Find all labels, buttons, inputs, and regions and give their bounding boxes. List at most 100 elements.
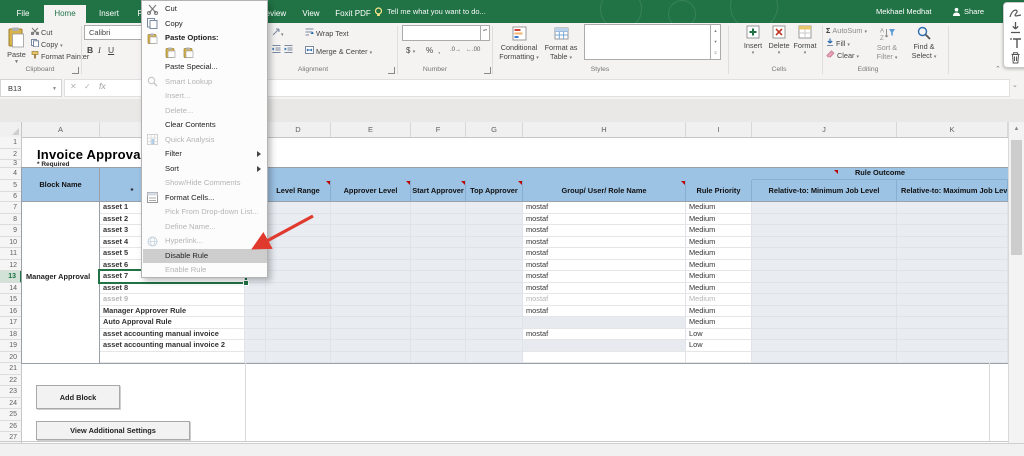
confirm-entry-icon[interactable]: ✓: [84, 82, 91, 91]
column-header-F[interactable]: F: [411, 122, 466, 137]
orientation-button[interactable]: ▾: [272, 27, 284, 38]
menu-item-smart-lookup[interactable]: Smart Lookup: [143, 75, 267, 89]
cell-E19[interactable]: [331, 340, 411, 352]
row-header-18[interactable]: 18: [0, 329, 22, 341]
row-header-20[interactable]: 20: [0, 352, 22, 364]
rule-name-cell-B17[interactable]: Auto Approval Rule: [100, 317, 245, 329]
cell-D14[interactable]: [266, 283, 331, 295]
menu-item-delete[interactable]: Delete...: [143, 104, 267, 118]
wrap-text-button[interactable]: Wrap Text: [305, 28, 349, 38]
group-user-role-cell-H10[interactable]: mostaf: [523, 237, 686, 249]
group-user-role-cell-H20[interactable]: [523, 352, 686, 364]
cell-J13[interactable]: [752, 271, 897, 283]
menu-item-insert[interactable]: Insert...: [143, 89, 267, 103]
row-header-15[interactable]: 15: [0, 294, 22, 306]
group-user-role-cell-H7[interactable]: mostaf: [523, 202, 686, 214]
column-title-G[interactable]: Top Approver: [466, 180, 523, 202]
cell-J17[interactable]: [752, 317, 897, 329]
cell-G11[interactable]: [466, 248, 523, 260]
rule-priority-cell-I10[interactable]: Medium: [686, 237, 752, 249]
group-user-role-cell-H18[interactable]: mostaf: [523, 329, 686, 341]
menu-item-pick-from-drop-down-list[interactable]: Pick From Drop-down List...: [143, 205, 267, 219]
selection-fill-handle[interactable]: [243, 280, 249, 286]
cell-E18[interactable]: [331, 329, 411, 341]
name-box[interactable]: B13 ▼: [0, 79, 62, 97]
row-header-16[interactable]: 16: [0, 306, 22, 318]
cell-G10[interactable]: [466, 237, 523, 249]
group-user-role-cell-H12[interactable]: mostaf: [523, 260, 686, 272]
cell-G20[interactable]: [466, 352, 523, 364]
row-header-9[interactable]: 9: [0, 225, 22, 237]
row-header-26[interactable]: 26: [0, 421, 22, 433]
cell-K15[interactable]: [897, 294, 1008, 306]
vertical-scroll-thumb[interactable]: [1011, 140, 1022, 255]
cell-D11[interactable]: [266, 248, 331, 260]
cell-D19[interactable]: [266, 340, 331, 352]
cell-E10[interactable]: [331, 237, 411, 249]
cell-C20[interactable]: [245, 352, 266, 364]
cell-G16[interactable]: [466, 306, 523, 318]
cell-D17[interactable]: [266, 317, 331, 329]
column-header-D[interactable]: D: [266, 122, 331, 137]
menu-item-clear-contents[interactable]: Clear Contents: [143, 118, 267, 132]
rule-priority-cell-I17[interactable]: Medium: [686, 317, 752, 329]
row-header-22[interactable]: 22: [0, 375, 22, 387]
cell-G17[interactable]: [466, 317, 523, 329]
paste-dropdown-arrow[interactable]: ▼: [3, 59, 30, 65]
row-header-4[interactable]: 4: [0, 168, 22, 180]
row-header-13[interactable]: 13: [0, 271, 22, 283]
decrease-decimal-button[interactable]: ←.00: [466, 47, 480, 53]
cancel-entry-icon[interactable]: ✕: [70, 82, 77, 91]
cell-F11[interactable]: [411, 248, 466, 260]
cell-E11[interactable]: [331, 248, 411, 260]
cell-F13[interactable]: [411, 271, 466, 283]
cell-J14[interactable]: [752, 283, 897, 295]
menu-item-define-name[interactable]: Define Name...: [143, 220, 267, 234]
cell-K19[interactable]: [897, 340, 1008, 352]
scroll-up-button[interactable]: ▲: [1009, 122, 1024, 136]
block-name-cell[interactable]: Manager Approval: [26, 272, 90, 281]
row-header-6[interactable]: 6: [0, 192, 22, 203]
rule-name-cell-B20[interactable]: [100, 352, 245, 364]
cell-F7[interactable]: [411, 202, 466, 214]
column-header-G[interactable]: G: [466, 122, 523, 137]
cell-K20[interactable]: [897, 352, 1008, 364]
column-title-F[interactable]: Start Approver: [411, 180, 466, 202]
cell-C17[interactable]: [245, 317, 266, 329]
group-user-role-cell-H17[interactable]: [523, 317, 686, 329]
cell-J12[interactable]: [752, 260, 897, 272]
menu-item-cut[interactable]: Cut: [143, 2, 267, 16]
column-title-E[interactable]: Approver Level: [331, 180, 411, 202]
rule-priority-cell-I11[interactable]: Medium: [686, 248, 752, 260]
cell-F19[interactable]: [411, 340, 466, 352]
cell-D13[interactable]: [266, 271, 331, 283]
column-title-D[interactable]: Level Range: [266, 180, 331, 202]
cell-G19[interactable]: [466, 340, 523, 352]
row-header-12[interactable]: 12: [0, 260, 22, 272]
cell-E14[interactable]: [331, 283, 411, 295]
comma-format-button[interactable]: ,: [438, 46, 440, 55]
underline-button[interactable]: U: [108, 45, 114, 55]
row-header-14[interactable]: 14: [0, 283, 22, 295]
cell-J15[interactable]: [752, 294, 897, 306]
row-header-3[interactable]: 3: [0, 160, 22, 168]
cell-D16[interactable]: [266, 306, 331, 318]
cell-E15[interactable]: [331, 294, 411, 306]
cell-D15[interactable]: [266, 294, 331, 306]
add-block-button[interactable]: Add Block: [36, 385, 120, 409]
row-header-21[interactable]: 21: [0, 363, 22, 375]
menu-item-copy[interactable]: Copy: [143, 17, 267, 31]
collapse-ribbon-button[interactable]: ⌃: [995, 65, 1001, 73]
cell-K12[interactable]: [897, 260, 1008, 272]
pen-tool-icon[interactable]: [1009, 6, 1022, 19]
cell-K18[interactable]: [897, 329, 1008, 341]
cell-J19[interactable]: [752, 340, 897, 352]
rule-name-cell-B18[interactable]: asset accounting manual invoice: [100, 329, 245, 341]
cell-F18[interactable]: [411, 329, 466, 341]
cell-styles-gallery[interactable]: [584, 24, 712, 60]
cell-K14[interactable]: [897, 283, 1008, 295]
group-user-role-cell-H11[interactable]: mostaf: [523, 248, 686, 260]
cell-G7[interactable]: [466, 202, 523, 214]
group-user-role-cell-H8[interactable]: mostaf: [523, 214, 686, 226]
download-icon[interactable]: [1009, 21, 1022, 34]
